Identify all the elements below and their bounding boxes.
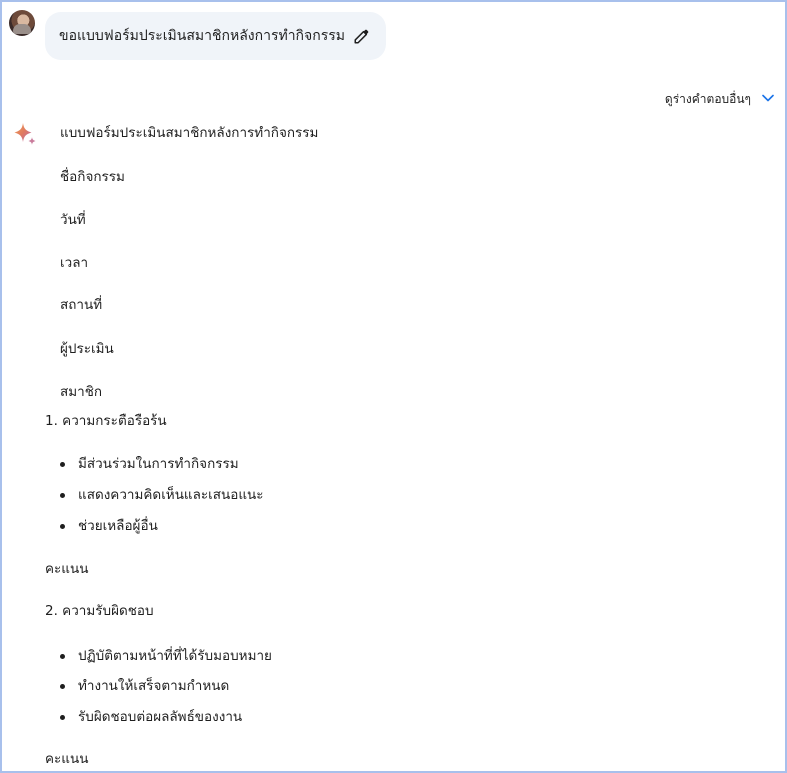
field-activity-name: ชื่อกิจกรรม (60, 169, 125, 185)
list-item: แสดงความคิดเห็นและเสนอแนะ (60, 485, 264, 505)
chat-window: ขอแบบฟอร์มประเมินสมาชิกหลังการทำกิจกรรม … (0, 0, 787, 773)
list-item-text: ทำงานให้เสร็จตามกำหนด (78, 678, 230, 694)
show-drafts-button[interactable]: ดูร่างคำตอบอื่นๆ (665, 90, 775, 109)
list-item: ช่วยเหลือผู้อื่น (60, 516, 158, 536)
list-item: รับผิดชอบต่อผลลัพธ์ของงาน (59, 707, 243, 727)
list-item: ทำงานให้เสร็จตามกำหนด (59, 676, 230, 696)
field-time: เวลา (60, 255, 89, 271)
gemini-spark-icon (12, 122, 38, 148)
list-item-text: แสดงความคิดเห็นและเสนอแนะ (78, 487, 264, 503)
section-heading: 2. ความรับผิดชอบ (45, 603, 154, 619)
field-date: วันที่ (60, 212, 86, 228)
field-evaluator: ผู้ประเมิน (60, 341, 114, 357)
list-item-text: มีส่วนร่วมในการทำกิจกรรม (78, 456, 239, 472)
user-prompt-bubble: ขอแบบฟอร์มประเมินสมาชิกหลังการทำกิจกรรม (45, 12, 386, 60)
list-item-text: รับผิดชอบต่อผลลัพธ์ของงาน (78, 709, 243, 725)
chevron-down-icon (761, 91, 775, 108)
user-avatar (9, 10, 35, 36)
user-prompt-text: ขอแบบฟอร์มประเมินสมาชิกหลังการทำกิจกรรม (59, 28, 345, 44)
response-title: แบบฟอร์มประเมินสมาชิกหลังการทำกิจกรรม (60, 125, 319, 141)
field-location: สถานที่ (60, 297, 103, 313)
show-drafts-label: ดูร่างคำตอบอื่นๆ (664, 92, 751, 106)
score-label: คะแนน (45, 561, 89, 577)
section-heading: 1. ความกระตือรือร้น (45, 413, 167, 429)
list-item-text: ปฏิบัติตามหน้าที่ที่ได้รับมอบหมาย (78, 648, 272, 664)
list-item: ปฏิบัติตามหน้าที่ที่ได้รับมอบหมาย (60, 646, 272, 666)
score-label: คะแนน (45, 751, 89, 767)
list-item-text: ช่วยเหลือผู้อื่น (78, 518, 158, 534)
pencil-icon[interactable] (352, 26, 372, 46)
field-member: สมาชิก (60, 384, 103, 400)
list-item: มีส่วนร่วมในการทำกิจกรรม (60, 454, 239, 474)
